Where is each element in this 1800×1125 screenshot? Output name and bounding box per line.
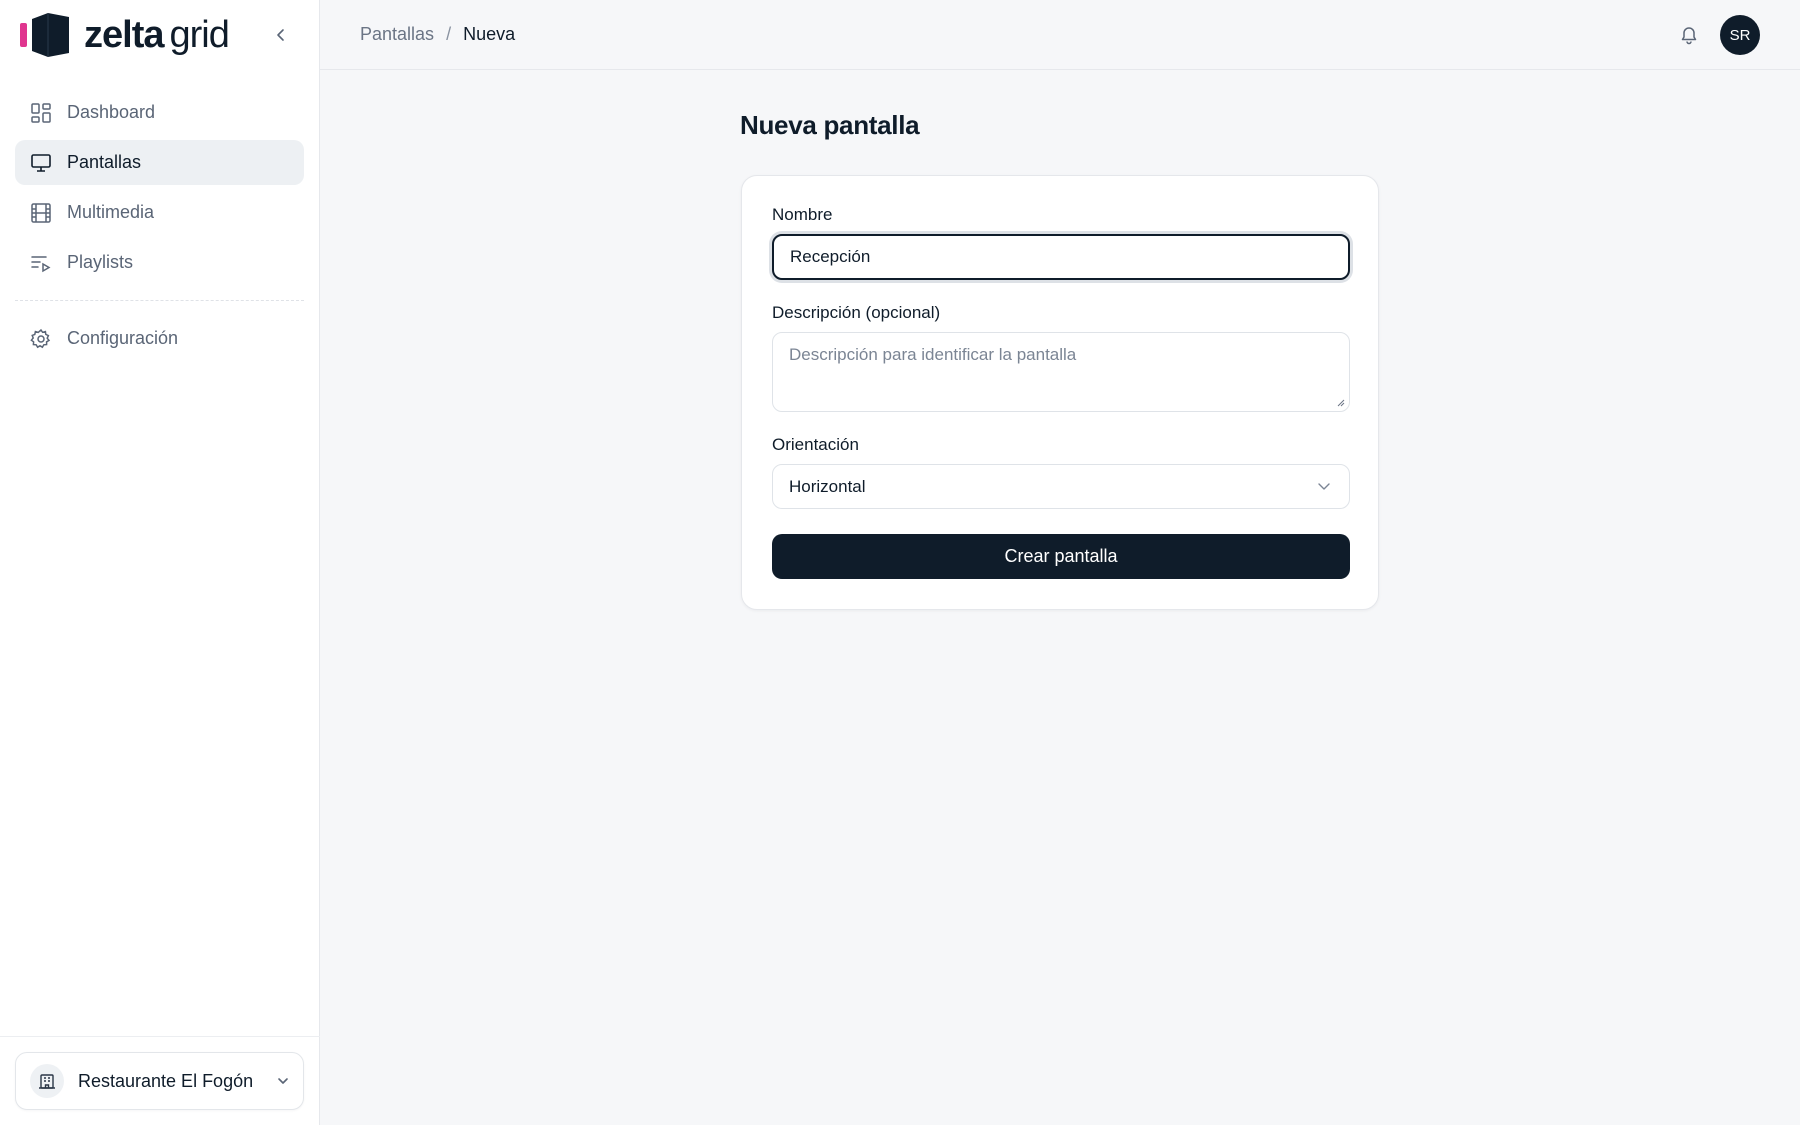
- sidebar-item-configuracion[interactable]: Configuración: [15, 316, 304, 361]
- brand-name: zelta grid: [84, 13, 230, 57]
- bell-icon: [1681, 27, 1697, 45]
- brand-name-bold: zelta: [84, 14, 164, 56]
- sidebar-item-label: Pantallas: [67, 152, 142, 172]
- workspace-switcher[interactable]: Restaurante El Fogón: [15, 1052, 304, 1110]
- orientation-select[interactable]: Horizontal: [772, 464, 1350, 509]
- workspace-name: Restaurante El Fogón: [78, 1070, 254, 1091]
- building-icon: [30, 1064, 64, 1098]
- brand-name-light: grid: [169, 14, 229, 56]
- chevron-left-icon: [277, 29, 284, 41]
- sidebar-item-playlists[interactable]: Playlists: [15, 240, 304, 285]
- playlist-icon: [30, 252, 52, 274]
- chevron-down-icon: [263, 1074, 303, 1088]
- sidebar-item-pantallas[interactable]: Pantallas: [15, 140, 304, 185]
- orientation-selected-value: Horizontal: [789, 476, 866, 496]
- sidebar-item-label: Multimedia: [67, 202, 155, 222]
- sidebar-item-multimedia[interactable]: Multimedia: [15, 190, 304, 235]
- avatar[interactable]: SR: [1720, 15, 1760, 55]
- new-screen-form: Nombre Recepción Descripción (opcional) …: [741, 175, 1379, 610]
- top-header: Pantallas / Nueva SR: [320, 0, 1800, 70]
- page-title: Nueva pantalla: [740, 110, 920, 140]
- collapse-sidebar-button[interactable]: [268, 22, 294, 48]
- sidebar-bottom-divider: [0, 1036, 320, 1037]
- sidebar-item-label: Dashboard: [67, 102, 156, 122]
- sidebar-item-label: Playlists: [67, 252, 134, 272]
- film-icon: [30, 202, 52, 224]
- sidebar-item-dashboard[interactable]: Dashboard: [15, 90, 304, 135]
- sidebar-item-label: Configuración: [67, 328, 179, 348]
- sidebar-divider: [15, 300, 304, 301]
- description-textarea[interactable]: Descripción para identificar la pantalla: [772, 332, 1350, 412]
- resize-handle-icon[interactable]: [1335, 397, 1345, 407]
- name-label: Nombre: [772, 205, 833, 224]
- sidebar-secondary-nav: Configuración: [15, 316, 304, 366]
- brand-logo[interactable]: zelta grid: [20, 13, 230, 57]
- notifications-button[interactable]: [1676, 22, 1702, 48]
- breadcrumb-current: Nueva: [463, 24, 516, 44]
- gear-icon: [30, 328, 52, 350]
- chevron-down-icon: [1318, 483, 1330, 490]
- breadcrumb-separator: /: [446, 24, 452, 44]
- monitor-icon: [30, 152, 52, 174]
- sidebar: zelta grid Dashboard Pantallas Multimedia: [0, 0, 320, 1125]
- grid-icon: [30, 102, 52, 124]
- description-label: Descripción (opcional): [772, 303, 941, 322]
- zeltagrid-logo-icon: [20, 13, 69, 57]
- orientation-label: Orientación: [772, 435, 859, 454]
- description-placeholder: Descripción para identificar la pantalla: [789, 345, 1077, 364]
- name-input[interactable]: Recepción: [772, 234, 1350, 280]
- create-screen-button[interactable]: Crear pantalla: [772, 534, 1350, 579]
- breadcrumb: Pantallas / Nueva: [360, 24, 515, 45]
- breadcrumb-parent-link[interactable]: Pantallas: [360, 24, 434, 45]
- sidebar-nav: Dashboard Pantallas Multimedia Playlists: [15, 90, 304, 290]
